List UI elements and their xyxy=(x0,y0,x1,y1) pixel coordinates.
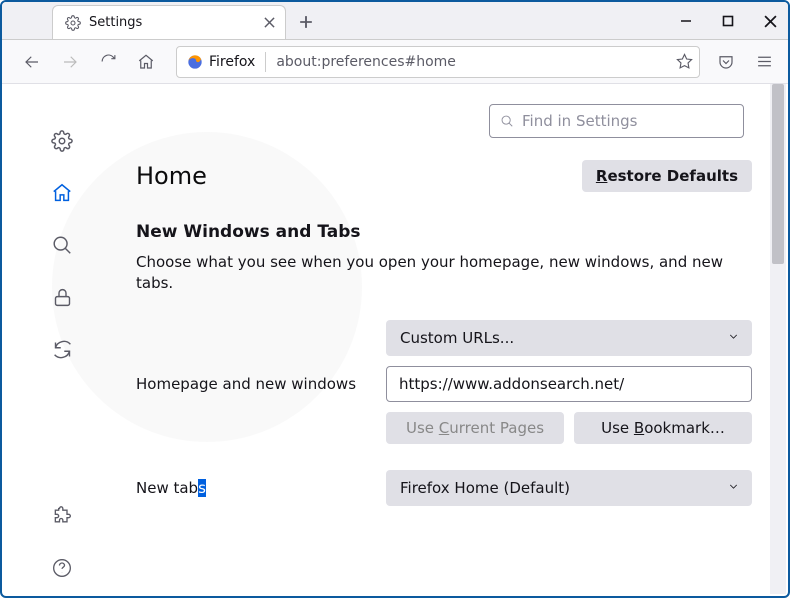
sidebar-support-icon[interactable] xyxy=(50,556,74,580)
url-bar[interactable]: Firefox about:preferences#home xyxy=(176,46,700,78)
url-text: about:preferences#home xyxy=(276,54,669,70)
forward-button xyxy=(54,46,86,78)
search-input[interactable]: Find in Settings xyxy=(489,104,744,138)
sidebar-extensions-icon[interactable] xyxy=(50,504,74,528)
reload-button[interactable] xyxy=(92,46,124,78)
sidebar-privacy-icon[interactable] xyxy=(50,285,74,309)
section-heading: New Windows and Tabs xyxy=(136,222,752,242)
homepage-label: Homepage and new windows xyxy=(136,375,366,393)
gear-icon xyxy=(65,15,81,31)
chevron-down-icon xyxy=(727,479,740,497)
tab-title: Settings xyxy=(89,15,253,30)
url-label: Firefox xyxy=(209,54,255,70)
homepage-select[interactable]: Custom URLs... xyxy=(386,320,752,356)
close-tab-icon[interactable] xyxy=(261,15,277,31)
main-content: Find in Settings Home Restore Defaults N… xyxy=(122,84,788,596)
sidebar-sync-icon[interactable] xyxy=(50,337,74,361)
page-title: Home xyxy=(136,162,207,190)
search-placeholder: Find in Settings xyxy=(522,112,637,130)
sidebar-general-icon[interactable] xyxy=(50,129,74,153)
firefox-icon xyxy=(187,54,203,70)
menu-button[interactable] xyxy=(748,46,780,78)
minimize-button[interactable] xyxy=(676,11,696,31)
homepage-url-input[interactable] xyxy=(386,366,752,402)
window-controls xyxy=(676,2,780,40)
sidebar-search-icon[interactable] xyxy=(50,233,74,257)
home-button[interactable] xyxy=(130,46,162,78)
newtabs-select[interactable]: Firefox Home (Default) xyxy=(386,470,752,506)
new-tab-button[interactable] xyxy=(292,8,320,36)
scrollbar-thumb[interactable] xyxy=(772,84,784,264)
chevron-down-icon xyxy=(727,329,740,347)
section-description: Choose what you see when you open your h… xyxy=(136,252,752,294)
homepage-select-value: Custom URLs... xyxy=(400,329,514,347)
newtabs-label: New tabs xyxy=(136,479,366,497)
restore-defaults-button[interactable]: Restore Defaults xyxy=(582,160,752,192)
back-button[interactable] xyxy=(16,46,48,78)
tab-strip: Settings xyxy=(2,2,788,40)
sidebar-home-icon[interactable] xyxy=(50,181,74,205)
close-window-button[interactable] xyxy=(760,11,780,31)
sidebar xyxy=(2,84,122,596)
url-separator xyxy=(265,52,266,72)
newtabs-select-value: Firefox Home (Default) xyxy=(400,479,570,497)
bookmark-star-icon[interactable] xyxy=(675,53,693,71)
use-bookmark-button[interactable]: Use Bookmark… xyxy=(574,412,752,444)
maximize-button[interactable] xyxy=(718,11,738,31)
tab-settings[interactable]: Settings xyxy=(52,5,286,39)
pocket-button[interactable] xyxy=(710,46,742,78)
use-current-pages-button: Use Current Pages xyxy=(386,412,564,444)
toolbar: Firefox about:preferences#home xyxy=(2,40,788,84)
scrollbar[interactable] xyxy=(770,84,786,594)
